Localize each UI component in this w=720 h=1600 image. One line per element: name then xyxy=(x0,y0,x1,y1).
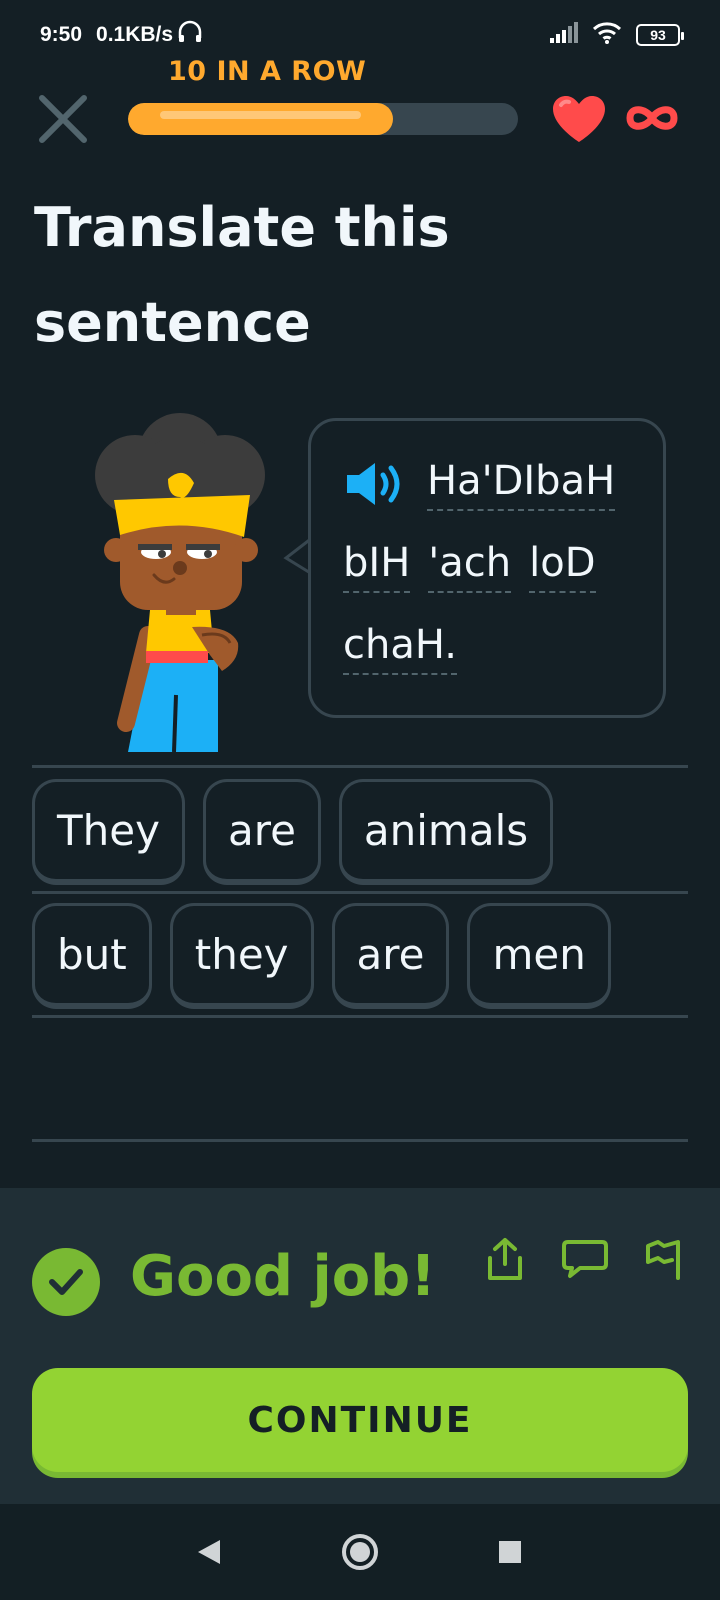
report-flag-icon[interactable] xyxy=(644,1236,686,1282)
infinity-hearts-icon: ∞ xyxy=(624,100,680,136)
home-icon[interactable] xyxy=(340,1532,380,1572)
close-icon xyxy=(39,95,87,143)
share-icon[interactable] xyxy=(484,1236,526,1282)
answer-row-1: They are animals xyxy=(32,779,554,885)
word-chip[interactable]: animals xyxy=(338,779,554,885)
close-button[interactable] xyxy=(36,92,90,146)
character-illustration xyxy=(90,405,280,767)
sentence-word[interactable]: Ha'DIbaH xyxy=(427,457,616,511)
continue-button[interactable]: CONTINUE xyxy=(32,1368,688,1472)
sentence-word[interactable]: bIH xyxy=(343,539,411,593)
checkmark-icon xyxy=(32,1248,100,1316)
feedback-panel: Good job! CONTINUE xyxy=(0,1188,720,1504)
network-speed: 0.1KB/s xyxy=(96,23,174,46)
signal-icon xyxy=(550,21,578,49)
word-chip[interactable]: are xyxy=(331,903,450,1009)
word-chip[interactable]: men xyxy=(467,903,611,1009)
word-chip[interactable]: they xyxy=(169,903,314,1009)
wifi-icon xyxy=(592,20,622,50)
word-chip[interactable]: but xyxy=(32,903,152,1009)
answer-row-2: but they are men xyxy=(32,903,611,1009)
progress-fill xyxy=(128,103,394,135)
streak-label: 10 IN A ROW xyxy=(168,56,367,87)
heart-icon[interactable] xyxy=(550,94,608,144)
speaker-icon[interactable] xyxy=(343,458,409,510)
status-time: 9:50 xyxy=(40,23,83,46)
back-icon[interactable] xyxy=(190,1532,230,1572)
comment-icon[interactable] xyxy=(562,1236,608,1282)
recents-icon[interactable] xyxy=(490,1532,530,1572)
page-title: Translate this sentence xyxy=(34,196,450,354)
headphones-icon xyxy=(177,20,203,50)
word-chip[interactable]: They xyxy=(32,779,185,885)
speech-bubble: Ha'DIbaH bIH 'ach loD chaH. xyxy=(308,418,666,718)
progress-shine xyxy=(160,111,362,119)
answer-line xyxy=(32,1015,688,1018)
word-chip[interactable]: are xyxy=(202,779,321,885)
answer-line xyxy=(32,765,688,768)
system-nav-bar xyxy=(0,1504,720,1600)
feedback-message: Good job! xyxy=(130,1244,436,1309)
sentence-word[interactable]: loD xyxy=(529,539,596,593)
lesson-progress-bar xyxy=(128,103,518,135)
battery-icon: 93 xyxy=(636,24,684,46)
sentence-word[interactable]: chaH. xyxy=(343,621,457,675)
answer-line xyxy=(32,891,688,894)
sentence-word[interactable]: 'ach xyxy=(428,539,512,593)
answer-line xyxy=(32,1139,688,1142)
